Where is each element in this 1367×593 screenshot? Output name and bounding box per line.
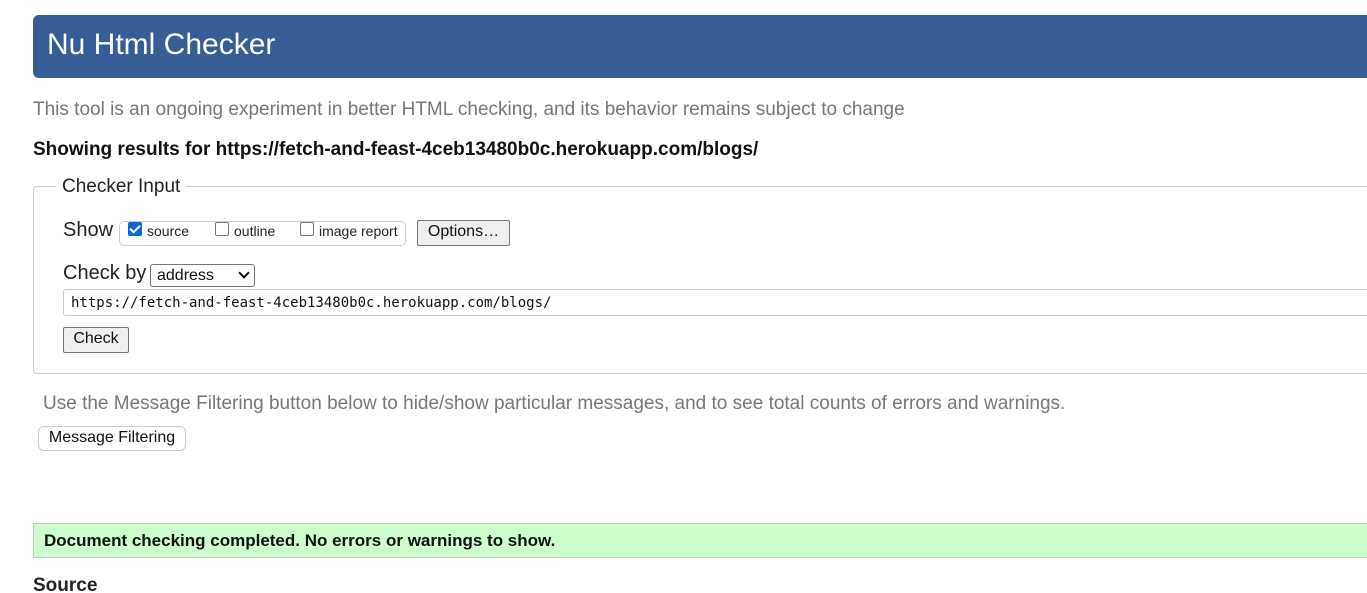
show-label: Show	[63, 219, 114, 241]
tagline: This tool is an ongoing experiment in be…	[33, 99, 905, 120]
check-button[interactable]: Check	[63, 327, 129, 353]
page-title: Nu Html Checker	[47, 28, 276, 61]
show-outline-option[interactable]: outline	[215, 222, 276, 239]
options-button[interactable]: Options…	[417, 220, 510, 246]
validator-page: Nu Html Checker This tool is an ongoing …	[0, 0, 1367, 593]
show-options-group: source outline image report	[119, 221, 406, 246]
chevron-down-icon	[238, 267, 250, 279]
message-filtering-button[interactable]: Message Filtering	[38, 426, 186, 451]
show-source-option[interactable]: source	[128, 222, 190, 239]
checker-input-legend: Checker Input	[56, 176, 187, 198]
source-checkbox[interactable]	[128, 222, 142, 236]
check-by-selected-value: address	[157, 267, 214, 284]
showing-results-heading: Showing results for https://fetch-and-fe…	[33, 139, 759, 160]
check-by-label: Check by	[63, 262, 147, 284]
success-message: Document checking completed. No errors o…	[33, 523, 1367, 558]
image-report-checkbox[interactable]	[300, 222, 314, 236]
page-header: Nu Html Checker	[33, 15, 1367, 78]
filter-note: Use the Message Filtering button below t…	[43, 393, 1066, 414]
outline-checkbox-label: outline	[234, 223, 276, 239]
image-report-checkbox-label: image report	[319, 223, 398, 239]
source-heading: Source	[33, 575, 98, 593]
check-by-select[interactable]: address	[150, 264, 255, 287]
source-checkbox-label: source	[147, 223, 190, 239]
url-input[interactable]: https://fetch-and-feast-4ceb13480b0c.her…	[63, 289, 1367, 316]
outline-checkbox[interactable]	[215, 222, 229, 236]
show-image-report-option[interactable]: image report	[300, 222, 398, 239]
